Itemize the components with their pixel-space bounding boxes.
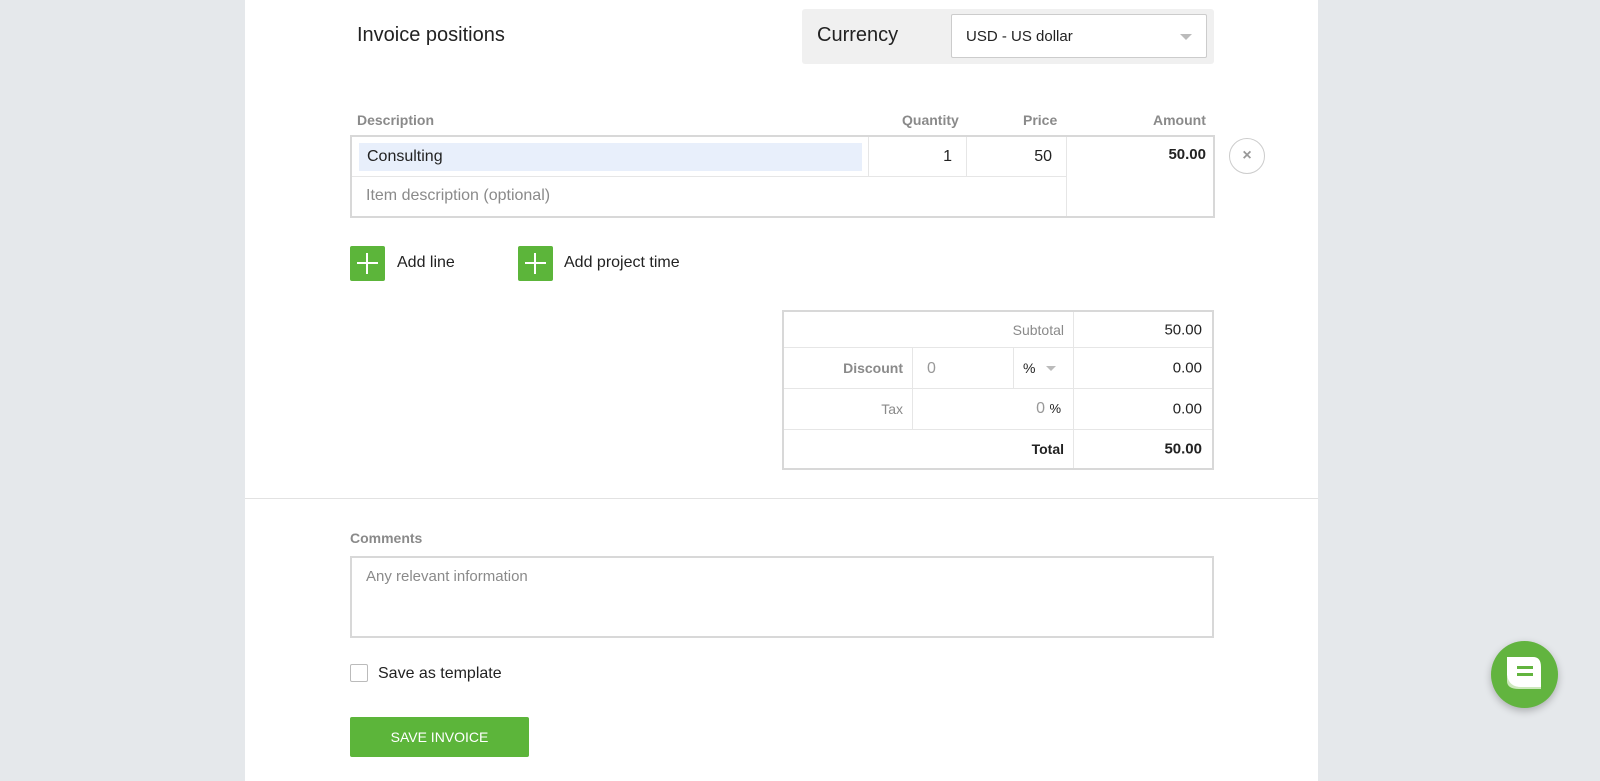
total-label: Total	[1031, 441, 1064, 457]
chevron-down-icon	[1180, 34, 1192, 40]
chat-icon	[1507, 657, 1541, 689]
totals-table: Subtotal 50.00 Discount 0 % 0.00 Tax 0 %…	[782, 310, 1214, 470]
chevron-down-icon	[1046, 366, 1056, 371]
subtotal-row: Subtotal 50.00	[784, 312, 1212, 348]
save-template-checkbox[interactable]	[350, 664, 368, 682]
invoice-line: Consulting 1 50 Item description (option…	[350, 135, 1215, 218]
chat-widget-button[interactable]	[1491, 641, 1558, 708]
price-input[interactable]: 50	[967, 137, 1066, 177]
discount-label: Discount	[843, 360, 903, 376]
tax-label: Tax	[881, 401, 903, 417]
discount-row: Discount 0 % 0.00	[784, 348, 1212, 389]
tax-input[interactable]: 0 %	[912, 389, 1073, 429]
add-project-time-button[interactable]	[518, 246, 553, 281]
close-icon: ×	[1242, 147, 1252, 164]
discount-unit-select[interactable]: %	[1014, 348, 1073, 388]
currency-value: USD - US dollar	[966, 28, 1073, 45]
section-divider	[245, 498, 1318, 499]
description-cell: Consulting	[352, 137, 869, 177]
tax-unit: %	[1049, 401, 1061, 416]
comments-textarea[interactable]: Any relevant information	[350, 556, 1214, 638]
subtotal-label: Subtotal	[1012, 321, 1064, 338]
total-row: Total 50.00	[784, 430, 1212, 468]
comments-label: Comments	[350, 530, 423, 546]
currency-select[interactable]: USD - US dollar	[951, 14, 1207, 58]
add-line-label[interactable]: Add line	[397, 254, 455, 272]
subtotal-value: 50.00	[1164, 321, 1202, 338]
item-description-input[interactable]: Item description (optional)	[352, 177, 1066, 216]
line-amount: 50.00	[1066, 137, 1213, 216]
tax-row: Tax 0 % 0.00	[784, 389, 1212, 430]
tax-amount: 0.00	[1172, 400, 1202, 418]
add-project-time-label[interactable]: Add project time	[564, 254, 680, 272]
section-title: Invoice positions	[357, 24, 505, 46]
currency-label: Currency	[817, 24, 899, 46]
column-quantity: Quantity	[902, 112, 959, 128]
quantity-input[interactable]: 1	[869, 137, 967, 177]
column-price: Price	[1023, 112, 1058, 128]
total-value: 50.00	[1164, 440, 1202, 458]
remove-line-button[interactable]: ×	[1229, 138, 1265, 174]
column-description: Description	[357, 112, 435, 128]
discount-unit: %	[1023, 360, 1036, 376]
tax-value: 0	[1036, 400, 1045, 417]
totals-divider	[1073, 312, 1074, 468]
discount-amount: 0.00	[1172, 359, 1202, 377]
column-amount: Amount	[1153, 112, 1206, 128]
add-line-button[interactable]	[350, 246, 385, 281]
description-input[interactable]: Consulting	[359, 143, 862, 171]
save-invoice-button[interactable]: SAVE INVOICE	[350, 717, 529, 757]
save-template-label[interactable]: Save as template	[378, 665, 502, 683]
discount-input[interactable]: 0	[912, 348, 1014, 388]
